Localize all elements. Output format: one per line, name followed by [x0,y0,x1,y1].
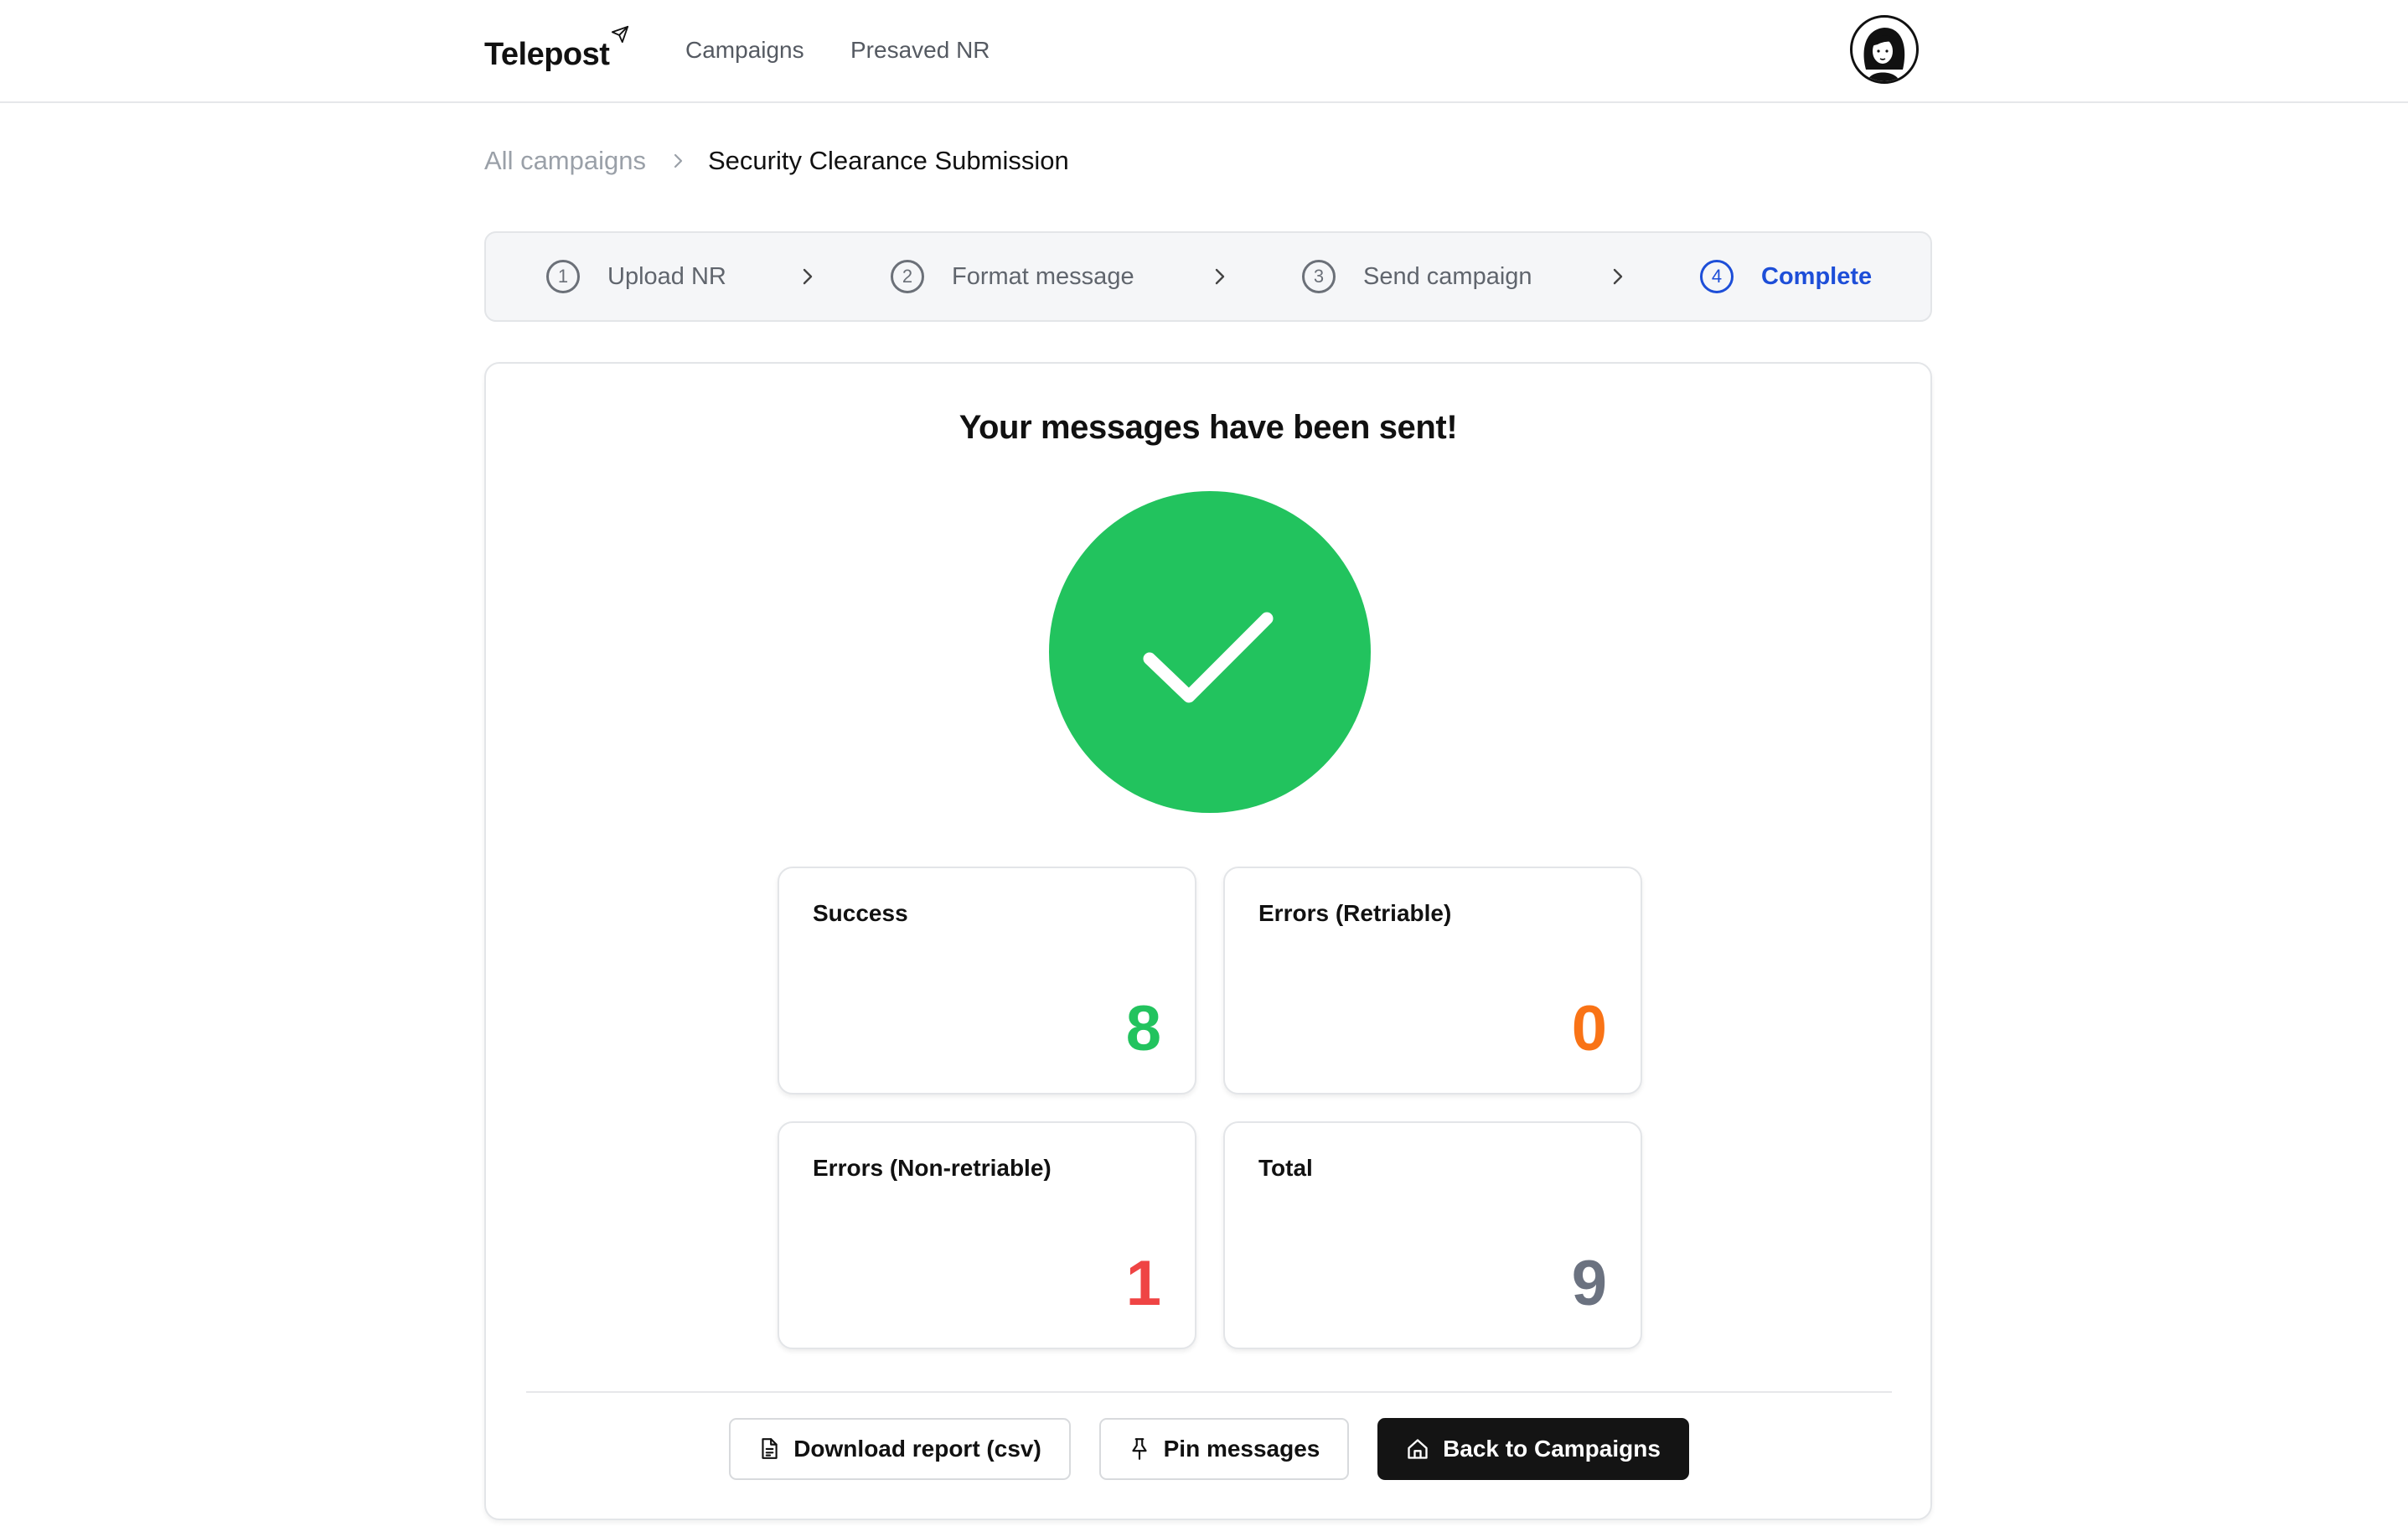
nav-link-presaved-nr[interactable]: Presaved NR [850,34,990,67]
back-to-campaigns-button[interactable]: Back to Campaigns [1377,1418,1689,1480]
stat-card-errors-retriable: Errors (Retriable) 0 [1223,867,1642,1095]
step-send-campaign[interactable]: 3 Send campaign [1302,233,1532,320]
step-complete[interactable]: 4 Complete [1700,233,1872,320]
step-label: Send campaign [1363,262,1532,290]
nav-link-campaigns[interactable]: Campaigns [685,34,804,67]
user-avatar-icon [1863,28,1905,81]
chevron-right-icon [1215,268,1225,285]
breadcrumb-all-campaigns[interactable]: All campaigns [484,146,646,176]
stat-label: Errors (Non-retriable) [813,1155,1052,1181]
pin-icon [1131,1438,1147,1460]
stat-value-errors-retriable: 0 [1571,993,1607,1064]
step-number: 1 [546,260,580,293]
success-indicator [1049,491,1371,813]
download-report-label: Download report (csv) [793,1436,1041,1462]
chevron-right-icon [674,153,683,168]
step-format-message[interactable]: 2 Format message [891,233,1134,320]
step-upload-nr[interactable]: 1 Upload NR [546,233,726,320]
chevron-right-icon [803,268,813,285]
brand-name: Telepost [484,37,610,72]
step-label: Upload NR [607,262,726,290]
pin-messages-button[interactable]: Pin messages [1099,1418,1349,1480]
step-number: 2 [891,260,924,293]
file-text-icon [762,1438,778,1459]
stat-value-success: 8 [1125,993,1161,1064]
campaign-stepper: 1 Upload NR 2 Format message 3 Send camp… [484,231,1932,322]
step-number: 3 [1302,260,1336,293]
top-navigation-bar: Telepost Campaigns Presaved NR [0,0,2408,103]
stat-card-total: Total 9 [1223,1121,1642,1349]
step-number: 4 [1700,260,1734,293]
stat-card-success: Success 8 [778,867,1196,1095]
home-icon [1408,1439,1428,1459]
check-icon [1143,612,1274,703]
breadcrumb-current-campaign: Security Clearance Submission [707,146,1069,175]
download-report-button[interactable]: Download report (csv) [729,1418,1071,1480]
divider [526,1391,1892,1393]
avatar[interactable] [1850,15,1919,84]
campaign-result-card: Your messages have been sent! Success 8 … [484,362,1932,1520]
stat-value-errors-non-retriable: 1 [1125,1248,1161,1319]
stat-label: Total [1258,1155,1313,1181]
chevron-right-icon [1613,268,1623,285]
stat-label: Errors (Retriable) [1258,900,1452,926]
stat-card-errors-non-retriable: Errors (Non-retriable) 1 [778,1121,1196,1349]
breadcrumb: All campaigns Security Clearance Submiss… [484,142,1069,179]
pin-messages-label: Pin messages [1163,1436,1320,1462]
step-label: Format message [952,262,1134,290]
result-headline: Your messages have been sent! [959,409,1458,446]
brand-logo[interactable]: Telepost [484,25,629,72]
step-label: Complete [1761,262,1873,290]
paper-plane-icon [612,25,629,44]
stat-value-total: 9 [1571,1248,1607,1319]
stat-label: Success [813,900,908,926]
back-to-campaigns-label: Back to Campaigns [1443,1436,1661,1462]
